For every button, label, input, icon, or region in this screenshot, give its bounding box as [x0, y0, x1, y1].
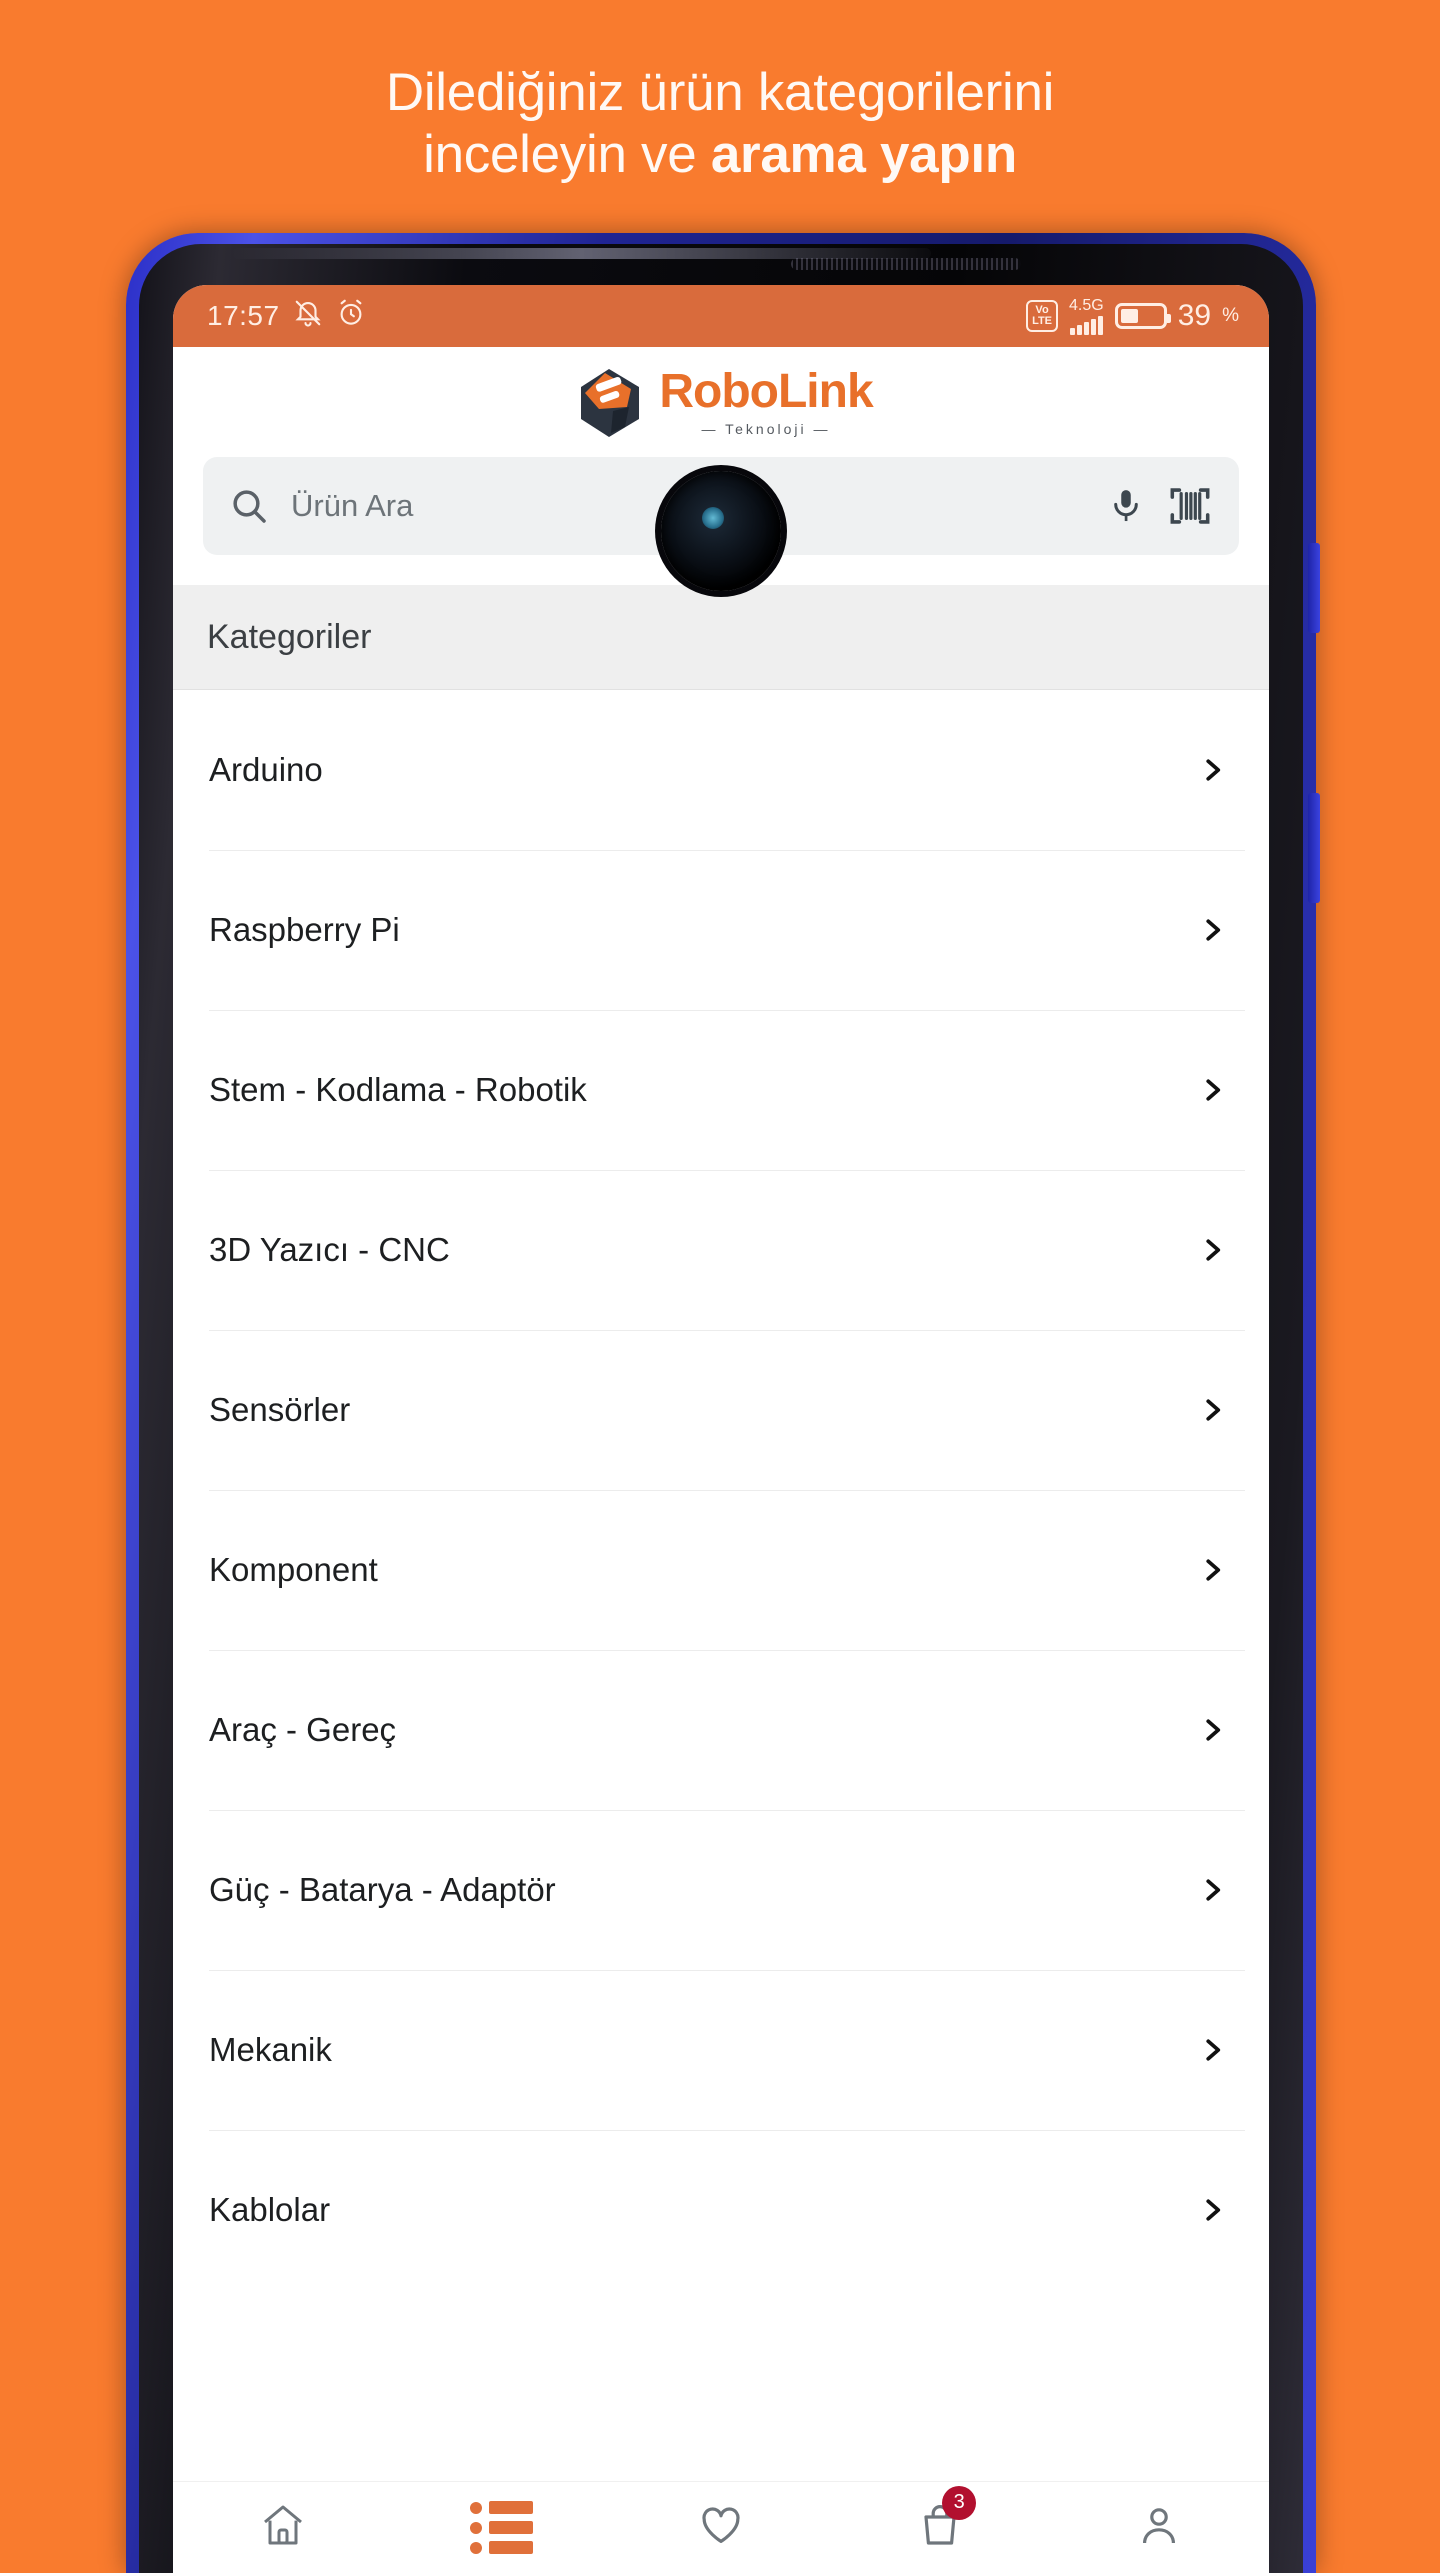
list-item-label: Araç - Gereç — [209, 1711, 396, 1749]
chevron-right-icon[interactable] — [1197, 2035, 1227, 2065]
list-item-label: Stem - Kodlama - Robotik — [209, 1071, 587, 1109]
signal-bars-icon — [1070, 316, 1103, 335]
phone-screen: 17:57 Vo — [173, 285, 1269, 2573]
list-item[interactable]: Arduino — [173, 690, 1269, 850]
list-item[interactable]: 3D Yazıcı - CNC — [173, 1170, 1269, 1330]
categories-section-title: Kategoriler — [173, 585, 1269, 690]
list-item[interactable]: Sensörler — [173, 1330, 1269, 1490]
list-item-label: Kablolar — [209, 2191, 330, 2229]
categories-list: Arduino Raspberry Pi Stem - Kodlama - Ro… — [173, 690, 1269, 2290]
battery-percent-symbol: % — [1222, 305, 1239, 327]
chevron-right-icon[interactable] — [1197, 1555, 1227, 1585]
chevron-right-icon[interactable] — [1197, 915, 1227, 945]
barcode-scanner-icon[interactable] — [1167, 483, 1213, 529]
chevron-right-icon[interactable] — [1197, 1715, 1227, 1745]
phone-earpiece-grille — [791, 258, 1021, 270]
headline-line-2-normal: inceleyin ve — [423, 125, 711, 184]
search-icon[interactable] — [229, 486, 269, 526]
chevron-right-icon[interactable] — [1197, 2195, 1227, 2225]
headline-line-1: Dilediğiniz ürün kategorilerini — [90, 62, 1350, 124]
battery-icon — [1115, 303, 1167, 329]
list-item-label: 3D Yazıcı - CNC — [209, 1231, 450, 1269]
promo-headline: Dilediğiniz ürün kategorilerini inceleyi… — [0, 62, 1440, 186]
list-item-label: Arduino — [209, 751, 323, 789]
status-time: 17:57 — [207, 300, 280, 332]
bottom-navigation: 3 — [173, 2481, 1269, 2573]
list-item[interactable]: Güç - Batarya - Adaptör — [173, 1810, 1269, 1970]
robolink-robot-head-icon — [569, 363, 647, 441]
phone-mockup: 17:57 Vo — [126, 233, 1316, 2573]
chevron-right-icon[interactable] — [1197, 1875, 1227, 1905]
nav-item-cart[interactable]: 3 — [880, 2482, 1000, 2573]
list-item[interactable]: Raspberry Pi — [173, 850, 1269, 1010]
list-item[interactable]: Araç - Gereç — [173, 1650, 1269, 1810]
list-item-label: Sensörler — [209, 1391, 350, 1429]
list-item[interactable]: Mekanik — [173, 1970, 1269, 2130]
brand-tagline: — Teknoloji — — [701, 421, 830, 437]
chevron-right-icon[interactable] — [1197, 1395, 1227, 1425]
list-item[interactable]: Komponent — [173, 1490, 1269, 1650]
list-item[interactable]: Stem - Kodlama - Robotik — [173, 1010, 1269, 1170]
status-bar-right: Vo LTE 4.5G 39 % — [1026, 298, 1239, 335]
nav-item-categories[interactable] — [442, 2482, 562, 2573]
chevron-right-icon[interactable] — [1197, 1075, 1227, 1105]
phone-side-button-power[interactable] — [1308, 793, 1320, 903]
chevron-right-icon[interactable] — [1197, 755, 1227, 785]
headline-line-2: inceleyin ve arama yapın — [90, 124, 1350, 186]
list-item[interactable]: Kablolar — [173, 2130, 1269, 2290]
brand-block: RoboLink — Teknoloji — — [659, 368, 872, 437]
network-status: 4.5G — [1069, 298, 1104, 335]
brand-name: RoboLink — [659, 368, 872, 416]
list-item-label: Raspberry Pi — [209, 911, 400, 949]
phone-front-camera — [661, 471, 781, 591]
microphone-icon[interactable] — [1107, 487, 1145, 525]
battery-percent: 39 — [1178, 299, 1211, 333]
list-item-label: Komponent — [209, 1551, 378, 1589]
list-item-label: Mekanik — [209, 2031, 332, 2069]
status-bar-left: 17:57 — [207, 298, 366, 335]
headline-line-2-bold: arama yapın — [711, 125, 1017, 184]
heart-icon — [697, 2501, 745, 2554]
nav-item-home[interactable] — [223, 2482, 343, 2573]
nav-item-account[interactable] — [1099, 2482, 1219, 2573]
nav-item-favorites[interactable] — [661, 2482, 781, 2573]
app-header: RoboLink — Teknoloji — — [173, 347, 1269, 457]
bell-muted-icon — [293, 298, 323, 335]
categories-list-icon — [470, 2501, 533, 2554]
volte-icon: Vo LTE — [1026, 300, 1058, 332]
status-bar: 17:57 Vo — [173, 285, 1269, 347]
person-icon — [1135, 2501, 1183, 2554]
network-generation-label: 4.5G — [1069, 298, 1104, 314]
volte-bottom-label: LTE — [1032, 316, 1052, 327]
phone-side-button-volume[interactable] — [1308, 543, 1320, 633]
alarm-clock-icon — [336, 298, 366, 335]
home-icon — [259, 2501, 307, 2554]
chevron-right-icon[interactable] — [1197, 1235, 1227, 1265]
cart-badge: 3 — [942, 2486, 976, 2520]
list-item-label: Güç - Batarya - Adaptör — [209, 1871, 556, 1909]
